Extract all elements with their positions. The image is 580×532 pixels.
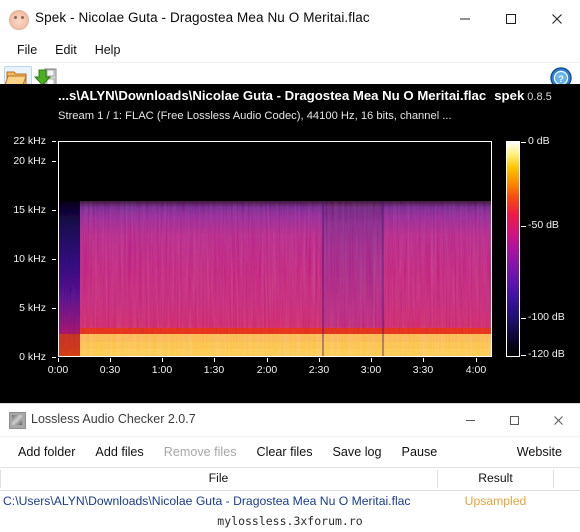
colorbar-label-minus50db: -50 dB xyxy=(528,219,559,231)
lac-toolbar: Add folder Add files Remove files Clear … xyxy=(0,437,580,468)
x-tick-label-4-00: 4:00 xyxy=(465,364,487,376)
add-folder-button[interactable]: Add folder xyxy=(8,442,85,462)
spek-titlebar: Spek - Nicolae Guta - Dragostea Mea Nu O… xyxy=(0,0,580,38)
spek-minimize-button[interactable] xyxy=(442,0,488,38)
lac-window-controls xyxy=(448,404,580,436)
save-log-button[interactable]: Save log xyxy=(323,442,392,462)
menu-item-help[interactable]: Help xyxy=(86,41,130,59)
lossless-audio-checker-window: Lossless Audio Checker 2.0.7 Add folder … xyxy=(0,403,580,532)
spek-app-name: spek xyxy=(494,88,525,103)
lac-app-icon xyxy=(9,412,26,429)
x-tick-label-0-00: 0:00 xyxy=(47,364,69,376)
cell-file-path: C:\Users\ALYN\Downloads\Nicolae Guta - D… xyxy=(3,494,411,508)
spectrogram-plot xyxy=(58,141,492,357)
pause-button[interactable]: Pause xyxy=(392,442,448,462)
x-tick-label-2-30: 2:30 xyxy=(308,364,330,376)
results-table-header: File Result xyxy=(0,468,580,491)
spek-window: Spek - Nicolae Guta - Dragostea Mea Nu O… xyxy=(0,0,580,410)
results-table: File Result C:\Users\ALYN\Downloads\Nico… xyxy=(0,468,580,514)
lac-minimize-button[interactable] xyxy=(448,404,492,436)
x-tick-label-3-30: 3:30 xyxy=(412,364,434,376)
x-tick-label-1-00: 1:00 xyxy=(151,364,173,376)
menu-item-file[interactable]: File xyxy=(8,41,46,59)
colorbar-label-minus120db: -120 dB xyxy=(528,348,565,360)
table-row[interactable]: C:\Users\ALYN\Downloads\Nicolae Guta - D… xyxy=(0,491,580,514)
menu-item-edit[interactable]: Edit xyxy=(46,41,86,59)
website-button[interactable]: Website xyxy=(507,442,572,462)
spek-maximize-button[interactable] xyxy=(488,0,534,38)
x-tick-label-1-30: 1:30 xyxy=(203,364,225,376)
y-tick-label-20khz: 20 kHz xyxy=(13,155,46,167)
spectrogram-svg xyxy=(59,142,491,356)
spectrogram-heading: ...s\ALYN\Downloads\Nicolae Guta - Drago… xyxy=(58,88,552,103)
spek-window-title: Spek - Nicolae Guta - Dragostea Mea Nu O… xyxy=(35,10,370,25)
lac-window-title: Lossless Audio Checker 2.0.7 xyxy=(31,412,196,426)
lac-titlebar: Lossless Audio Checker 2.0.7 xyxy=(0,404,580,437)
y-tick-label-22khz: 22 kHz xyxy=(13,135,46,147)
spek-close-button[interactable] xyxy=(534,0,580,38)
spek-window-controls xyxy=(442,0,580,38)
status-badge: Upsampled xyxy=(464,494,527,508)
x-tick-label-2-00: 2:00 xyxy=(256,364,278,376)
column-header-file[interactable]: File xyxy=(0,471,437,485)
remove-files-button: Remove files xyxy=(163,445,237,459)
clear-files-button[interactable]: Clear files xyxy=(247,442,323,462)
forum-watermark: mylossless.3xforum.ro xyxy=(217,514,363,528)
y-tick-label-15khz: 15 kHz xyxy=(13,204,46,216)
lac-maximize-button[interactable] xyxy=(492,404,536,436)
screenshot-root: Spek - Nicolae Guta - Dragostea Mea Nu O… xyxy=(0,0,580,532)
y-tick-label-0khz: 0 kHz xyxy=(19,351,46,363)
y-tick-label-10khz: 10 kHz xyxy=(13,253,46,265)
add-files-button[interactable]: Add files xyxy=(85,442,153,462)
colorbar-label-minus100db: -100 dB xyxy=(528,311,565,323)
y-tick-label-5khz: 5 kHz xyxy=(19,302,46,314)
spek-app-icon xyxy=(9,10,29,30)
spectrogram-file-path: ...s\ALYN\Downloads\Nicolae Guta - Drago… xyxy=(58,88,487,103)
x-tick-label-3-00: 3:00 xyxy=(360,364,382,376)
column-header-result[interactable]: Result xyxy=(438,471,553,485)
colorbar-label-0db: 0 dB xyxy=(528,135,550,147)
x-tick-label-0-30: 0:30 xyxy=(99,364,121,376)
lac-close-button[interactable] xyxy=(536,404,580,436)
spek-app-version: 0.8.5 xyxy=(527,91,552,103)
spectrogram-image xyxy=(59,142,491,356)
spectrogram-canvas: ...s\ALYN\Downloads\Nicolae Guta - Drago… xyxy=(0,84,580,410)
spectrogram-stream-info: Stream 1 / 1: FLAC (Free Lossless Audio … xyxy=(58,110,452,122)
colorbar-gradient xyxy=(506,141,520,357)
spek-menubar: File Edit Help xyxy=(0,38,580,62)
